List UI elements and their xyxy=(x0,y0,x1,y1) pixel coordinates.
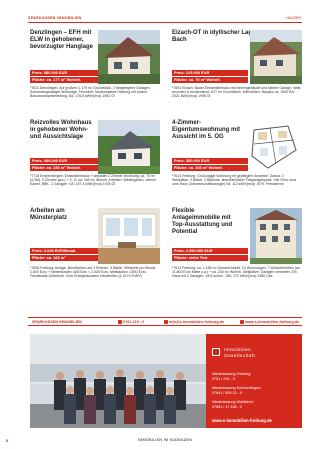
listing-price: Preis: 580.000 EUR xyxy=(30,70,106,76)
listing-area: Fläche: ca. 230 m² Wohnfl. xyxy=(30,165,106,171)
ad-url[interactable]: www.s-immobilien-freiburg.de xyxy=(212,418,272,423)
footer-title: IMMOBILIEN IM SÜDBADEN xyxy=(138,438,193,442)
listing-area: Fläche: siehe Text xyxy=(172,255,248,261)
listing-title: Flexible Anlageimmobilie mit Top-Ausstat… xyxy=(172,208,233,235)
ad-branch-freiburg: Niederlassung Freiburg: 0761 / 219 - 0 xyxy=(212,372,252,381)
listing-description: *7604 Elzach: Bauer-Einfamilienhaus mit … xyxy=(172,86,301,98)
infobar-email: info@s-immobilien-freiburg.de xyxy=(169,320,225,324)
listing-description: *7611 Denzlingen: Auf großem 1.179 m² Gr… xyxy=(30,86,151,98)
listing-price: Preis: 2.028 EUR/Monat xyxy=(30,248,106,254)
floorplan-image[interactable] xyxy=(248,120,302,174)
listing-photo[interactable] xyxy=(98,30,160,84)
contact-info-bar: SPARKASSEN IMMOBILIEN 0761 219 - 0 info@… xyxy=(28,317,302,326)
infobar-brand: SPARKASSEN IMMOBILIEN xyxy=(32,320,82,324)
page-header: SPARKASSEN IMMOBILIEN HAUSER xyxy=(0,0,302,26)
listing-price: Preis: 499.000 EUR xyxy=(30,158,106,164)
header-brand: SPARKASSEN IMMOBILIEN xyxy=(28,16,82,20)
infobar-web: www.s-immobilien-freiburg.de xyxy=(245,320,300,324)
listing-title: 4-Zimmer-Eigentumswohnung mit Aussicht i… xyxy=(172,120,240,140)
globe-icon xyxy=(240,320,244,324)
listing-photo[interactable] xyxy=(250,208,302,264)
listing-price: Preis: 350.000 EUR xyxy=(172,158,248,164)
listing-title: Denzlingen – EFH mit ELW in gehobener, b… xyxy=(30,30,94,50)
listing-description: *7608 Freiburg: Anlage, Büroflächen auf … xyxy=(30,266,157,279)
ad-brand: Immobilien Gesellschaft xyxy=(224,347,256,358)
phone-icon xyxy=(118,320,122,324)
header-section: HAUSER xyxy=(286,16,301,20)
header-rule xyxy=(28,22,302,23)
email-icon xyxy=(164,320,168,324)
listing-area: Fläche: ca. 163 m² xyxy=(30,255,106,261)
team-photo xyxy=(30,334,206,428)
ad-branch-emmendingen: Niederlassung Emmendingen: 07641 / 509 20… xyxy=(212,386,262,395)
page-footer: 8 IMMOBILIEN IM SÜDBADEN xyxy=(0,436,302,446)
listing-price: Preis: 215.000 EUR xyxy=(172,70,248,76)
listing-title: Reizvolles Wohnhaus in gehobener Wohn- u… xyxy=(30,120,92,140)
listing-description: *7718 Emmendingen: Einfamilienhaus + sep… xyxy=(30,174,157,187)
listing-description: *7614 Freiburg: Großzügige Wohnung im ge… xyxy=(172,174,297,187)
infobar-web-wrap[interactable]: www.s-immobilien-freiburg.de xyxy=(240,320,299,324)
ad-branch-waldkirch: Niederlassung Waldkirch: 07681 / 47 436 -… xyxy=(212,400,254,409)
company-ad-panel[interactable]: Immobilien Gesellschaft Niederlassung Fr… xyxy=(206,334,302,428)
sparkasse-logo-icon xyxy=(212,348,220,356)
listing-area: Fläche: ca. 177 m² Wohnfl. xyxy=(30,77,106,83)
listing-photo[interactable] xyxy=(250,30,302,84)
infobar-phone: 0761 219 - 0 xyxy=(123,320,145,324)
listing-photo[interactable] xyxy=(98,120,160,174)
listing-title: Arbeiten am Münsterplatz xyxy=(30,208,68,221)
listing-area: Fläche: ca. 103 m² Wohnfl. xyxy=(172,165,248,171)
listing-description: *7614 Freiburg: ca. 1.195 m² Gesamt-Nutz… xyxy=(172,266,301,279)
listing-area: Fläche: ca. 70 m² Wohnfl. xyxy=(172,77,248,83)
listing-price: Preis: 2.590.000 EUR xyxy=(172,248,248,254)
infobar-phone-wrap[interactable]: 0761 219 - 0 xyxy=(118,320,144,324)
listing-photo[interactable] xyxy=(98,208,160,264)
page-number: 8 xyxy=(6,438,9,443)
infobar-email-wrap[interactable]: info@s-immobilien-freiburg.de xyxy=(164,320,224,324)
